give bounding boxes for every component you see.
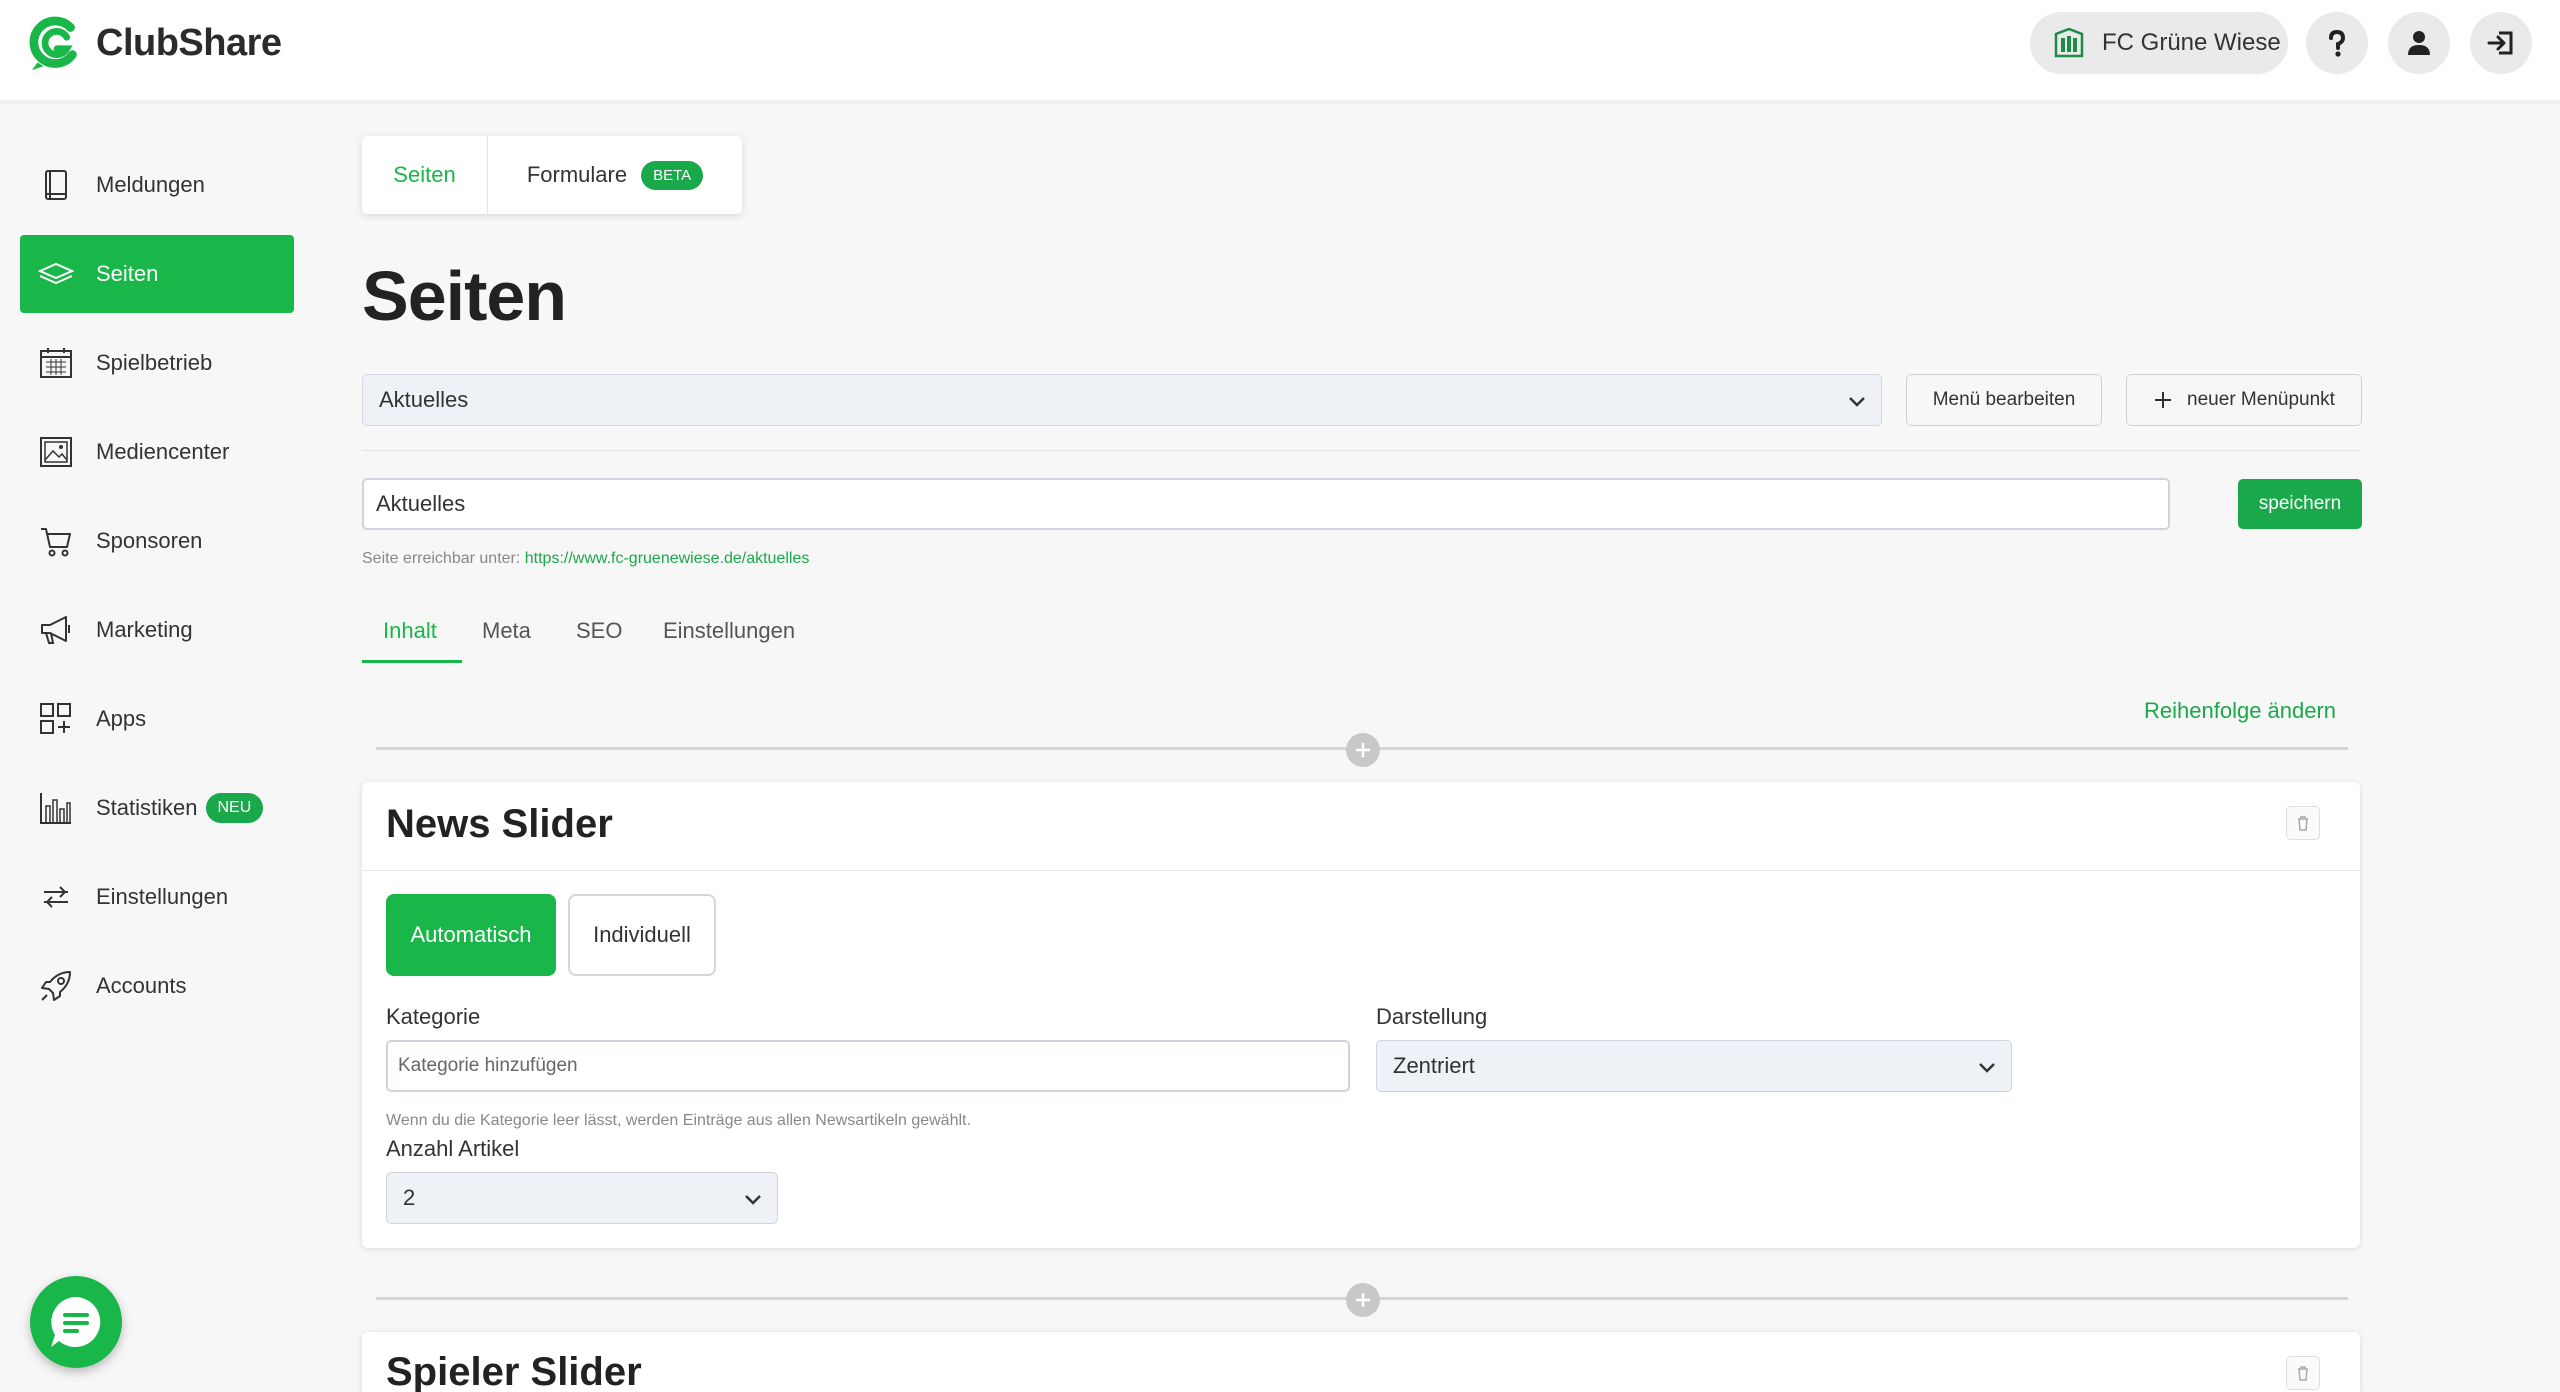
sidebar-item-meldungen[interactable]: Meldungen [20, 146, 294, 224]
help-button[interactable] [2306, 12, 2368, 74]
trash-icon [2298, 816, 2308, 831]
mode-individual-button[interactable]: Individuell [568, 894, 716, 976]
chevron-down-icon [745, 1195, 761, 1205]
page-url-link[interactable]: https://www.fc-gruenewiese.de/aktuelles [525, 550, 810, 567]
select-value: Zentriert [1393, 1053, 1475, 1078]
sidebar-item-einstellungen[interactable]: Einstellungen [20, 858, 294, 936]
kategorie-label: Kategorie [386, 1004, 481, 1029]
sidebar-item-label: Einstellungen [96, 884, 229, 909]
sidebar-item-seiten[interactable]: Seiten [20, 235, 294, 313]
sidebar-item-label: Accounts [96, 973, 187, 998]
tab-inhalt[interactable]: Inhalt [383, 618, 437, 644]
club-name: FC Grüne Wiese [2102, 29, 2281, 56]
sidebar-item-marketing[interactable]: Marketing [20, 591, 294, 669]
spieler-slider-card: Spieler Slider [362, 1332, 2360, 1392]
divider [362, 450, 2360, 451]
clubshare-logo-icon [29, 16, 77, 71]
select-value: 2 [403, 1185, 416, 1210]
tab-seo[interactable]: SEO [576, 618, 622, 644]
reorder-link[interactable]: Reihenfolge ändern [2144, 698, 2336, 724]
sidebar-item-label: Statistiken [96, 795, 198, 820]
sidebar-item-apps[interactable]: Apps [20, 680, 294, 758]
tab-label: Formulare [526, 162, 628, 187]
page-title: Seiten [362, 257, 567, 335]
section-tabs: Seiten Formulare BETA [362, 136, 742, 214]
logout-icon [2487, 31, 2513, 55]
bar-chart-icon [40, 793, 71, 824]
club-switcher[interactable]: FC Grüne Wiese [2030, 12, 2288, 74]
apps-icon [40, 703, 71, 734]
active-tab-indicator [362, 660, 462, 663]
darstellung-select[interactable]: Zentriert [1376, 1040, 2012, 1092]
sidebar-item-label: Sponsoren [96, 528, 203, 553]
sliders-icon [44, 886, 68, 908]
edit-menu-button[interactable]: Menü bearbeiten [1906, 374, 2102, 426]
darstellung-label: Darstellung [1376, 1004, 1488, 1029]
tab-meta[interactable]: Meta [482, 618, 531, 644]
image-icon [40, 437, 72, 467]
cart-icon [41, 528, 71, 557]
beta-badge: BETA [641, 160, 704, 190]
page-title-input[interactable]: Aktuelles [362, 478, 2170, 530]
menu-select[interactable]: Aktuelles [362, 374, 1882, 426]
sidebar: Meldungen Seiten Spielbetrieb Mediencent… [0, 100, 320, 1392]
chevron-down-icon [1849, 397, 1865, 407]
news-slider-card: News Slider Automatisch Individuell Kate… [362, 782, 2360, 1248]
card-divider [362, 870, 2360, 871]
chevron-down-icon [1979, 1063, 1995, 1073]
sidebar-item-label: Mediencenter [96, 439, 230, 464]
app-name: ClubShare [96, 21, 282, 64]
chat-icon [51, 1297, 101, 1347]
book-icon [45, 170, 67, 200]
sidebar-item-label: Apps [96, 706, 147, 731]
new-badge: NEU [205, 793, 264, 823]
logout-button[interactable] [2470, 12, 2532, 74]
sidebar-item-accounts[interactable]: Accounts [20, 947, 294, 1025]
sidebar-item-mediencenter[interactable]: Mediencenter [20, 413, 294, 491]
profile-button[interactable] [2388, 12, 2450, 74]
sidebar-item-label: Spielbetrieb [96, 350, 213, 375]
kategorie-input[interactable]: Kategorie hinzufügen [386, 1040, 1350, 1092]
sidebar-item-statistiken[interactable]: Statistiken NEU [20, 769, 294, 847]
plus-icon [1356, 1293, 1370, 1307]
add-block-button[interactable] [1346, 1283, 1380, 1317]
megaphone-icon [41, 616, 70, 644]
block-title: Spieler Slider [386, 1350, 642, 1392]
url-prefix: Seite erreichbar unter: [362, 550, 521, 567]
plus-icon [2155, 392, 2172, 408]
user-icon [2408, 31, 2430, 55]
block-title: News Slider [386, 802, 613, 846]
page-url-hint: Seite erreichbar unter: https://www.fc-g… [362, 550, 809, 568]
delete-block-button[interactable] [2286, 1356, 2320, 1390]
tab-seiten[interactable]: Seiten [362, 136, 488, 214]
tab-einstellungen[interactable]: Einstellungen [663, 618, 795, 644]
trash-icon [2298, 1366, 2308, 1381]
club-crest-icon [2054, 27, 2084, 58]
chat-button[interactable] [30, 1276, 122, 1368]
menu-select-value: Aktuelles [379, 387, 469, 412]
sidebar-item-label: Meldungen [96, 172, 205, 197]
mode-automatic-button[interactable]: Automatisch [386, 894, 556, 976]
button-label: neuer Menüpunkt [2187, 389, 2335, 410]
save-button[interactable]: speichern [2238, 479, 2362, 529]
plus-icon [1356, 743, 1370, 757]
calendar-icon [40, 348, 72, 378]
delete-block-button[interactable] [2286, 806, 2320, 840]
anzahl-label: Anzahl Artikel [386, 1136, 520, 1161]
sidebar-item-label: Marketing [96, 617, 193, 642]
question-icon [2329, 29, 2346, 57]
rocket-icon [41, 971, 71, 1001]
new-menu-item-button[interactable]: neuer Menüpunkt [2126, 374, 2362, 426]
logo[interactable]: ClubShare [28, 14, 282, 72]
kategorie-help-text: Wenn du die Kategorie leer lässt, werden… [386, 1112, 971, 1129]
add-block-button[interactable] [1346, 733, 1380, 767]
top-bar: ClubShare FC Grüne Wiese [0, 0, 2560, 100]
sidebar-item-spielbetrieb[interactable]: Spielbetrieb [20, 324, 294, 402]
sidebar-item-label: Seiten [96, 261, 159, 286]
tab-formulare[interactable]: Formulare BETA [488, 136, 742, 214]
layers-icon [38, 262, 74, 285]
sidebar-item-sponsoren[interactable]: Sponsoren [20, 502, 294, 580]
anzahl-select[interactable]: 2 [386, 1172, 778, 1224]
